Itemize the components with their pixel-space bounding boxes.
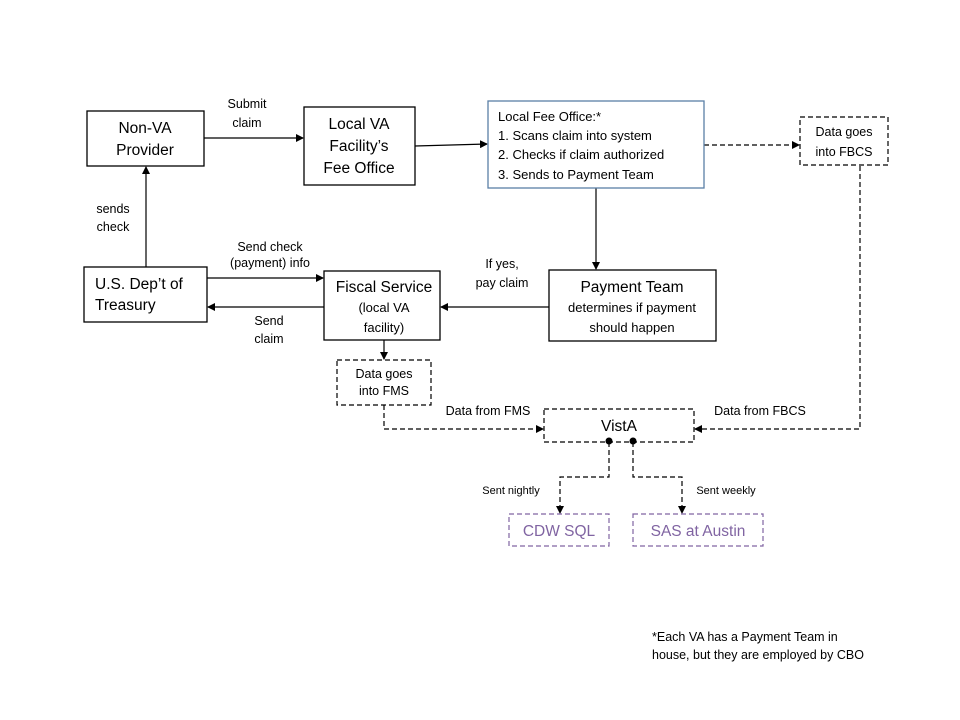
edge-label: claim	[232, 116, 261, 130]
edge-label: If yes,	[485, 257, 518, 271]
node-non-va-provider: Non-VA Provider	[86, 110, 205, 167]
edge-label: Data from FBCS	[714, 404, 806, 418]
node-label: Data goes	[816, 125, 873, 139]
edge-label: Submit	[228, 97, 267, 111]
edge-label: Send check	[237, 240, 303, 254]
node-facility-fee-office: Local VA Facility’s Fee Office	[303, 106, 416, 186]
footnote: *Each VA has a Payment Team in	[652, 630, 838, 644]
edge-vista-to-cdw	[556, 442, 610, 514]
node-label: (local VA	[358, 300, 409, 315]
node-sas-austin: SAS at Austin	[632, 513, 764, 547]
node-label: Treasury	[95, 297, 156, 314]
edge-label: Send	[254, 314, 283, 328]
node-fms: Data goes into FMS	[336, 359, 432, 406]
edge-label: claim	[254, 332, 283, 346]
node-label: SAS at Austin	[651, 523, 746, 540]
node-label: should happen	[589, 320, 674, 335]
node-label: 1. Scans claim into system	[498, 128, 652, 143]
edge-label: Sent weekly	[696, 485, 756, 497]
node-treasury: U.S. Dep’t of Treasury	[83, 266, 208, 323]
node-label: Local Fee Office:*	[498, 109, 601, 124]
node-label: Provider	[116, 142, 174, 159]
flow-diagram: Non-VA Provider Local VA Facility’s Fee …	[83, 97, 889, 662]
node-label: Fee Office	[323, 160, 394, 177]
node-payment-team: Payment Team determines if payment shoul…	[548, 269, 717, 342]
node-label: 2. Checks if claim authorized	[498, 147, 664, 162]
edge-label: sends	[96, 202, 129, 216]
node-label: CDW SQL	[523, 523, 596, 540]
connector-dot	[605, 437, 613, 445]
edge-label: Data from FMS	[446, 404, 531, 418]
edge-label: Sent nightly	[482, 485, 540, 497]
node-vista: VistA	[543, 408, 695, 443]
edge-vista-to-sas	[632, 442, 686, 514]
node-label: Data goes	[356, 367, 413, 381]
connector-dot	[629, 437, 637, 445]
node-label: into FBCS	[816, 145, 873, 159]
node-label: facility)	[364, 320, 404, 335]
node-label: into FMS	[359, 384, 409, 398]
edge-label: (payment) info	[230, 256, 310, 270]
node-local-fee-office: Local Fee Office:* 1. Scans claim into s…	[487, 100, 705, 189]
node-label: VistA	[601, 418, 638, 435]
node-fiscal-service: Fiscal Service (local VA facility)	[323, 270, 441, 341]
edge-to-local-fee-office	[414, 140, 488, 149]
node-cdw-sql: CDW SQL	[508, 513, 610, 547]
node-label: 3. Sends to Payment Team	[498, 167, 654, 182]
node-label: U.S. Dep’t of	[95, 276, 184, 293]
node-label: Fiscal Service	[336, 279, 432, 296]
node-fbcs: Data goes into FBCS	[799, 116, 889, 166]
node-label: Facility’s	[329, 138, 388, 155]
edge-label: check	[97, 220, 130, 234]
node-label: determines if payment	[568, 300, 696, 315]
edge-label: pay claim	[476, 276, 529, 290]
footnote: house, but they are employed by CBO	[652, 648, 864, 662]
node-label: Payment Team	[580, 279, 683, 296]
node-label: Local VA	[329, 116, 391, 133]
edge-fbcs-to-vista	[694, 166, 861, 433]
node-label: Non-VA	[118, 120, 172, 137]
